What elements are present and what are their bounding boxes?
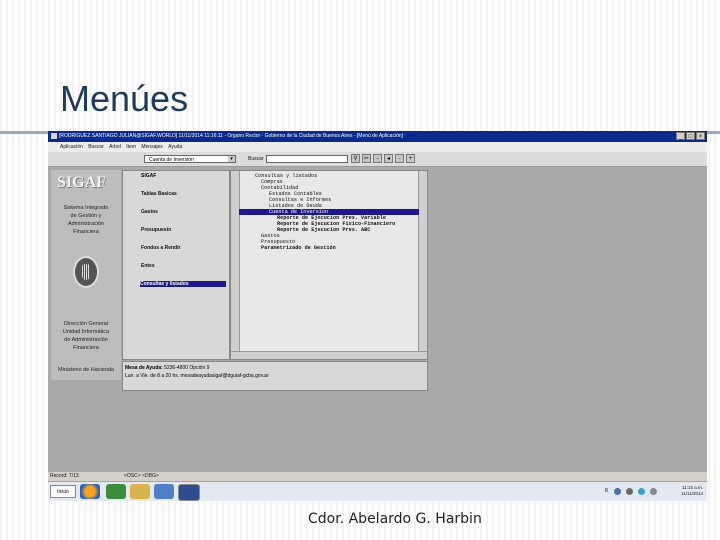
folder-icon[interactable] bbox=[130, 484, 150, 499]
firefox-icon[interactable] bbox=[80, 484, 100, 499]
status-tags: <OSC> <DBG> bbox=[124, 473, 159, 479]
collapse-icon[interactable]: - bbox=[373, 154, 382, 163]
direccion-text: Dirección General Unidad Informática de … bbox=[62, 321, 110, 351]
menu-mensajes[interactable]: Mensajes bbox=[141, 144, 162, 150]
flag-icon[interactable] bbox=[650, 488, 657, 495]
menu-item-gastos[interactable]: Gastos bbox=[141, 209, 158, 215]
clock-date: 11/11/2014 bbox=[681, 491, 703, 496]
search-icon[interactable]: ⚲ bbox=[351, 154, 360, 163]
help-desk-phone: 5236-4800 Opción 9 bbox=[164, 365, 210, 371]
menu-item-consultas-y-listados[interactable]: Consultas y listados bbox=[140, 281, 226, 287]
tools-icon[interactable]: ✂ bbox=[362, 154, 371, 163]
help-desk-info: Mesa de Ayuda: 5236-4800 Opción 9 Lun. a… bbox=[122, 361, 428, 391]
help-desk-label: Mesa de Ayuda: bbox=[125, 365, 163, 371]
menu-bar: Aplicación Buscar Arbol Item Mensajes Ay… bbox=[48, 142, 707, 152]
sigaf-app-icon[interactable] bbox=[178, 484, 200, 501]
menu-tree-panel: Consultas y listados Compras Contabilida… bbox=[230, 170, 428, 360]
application-screenshot: [RODRIGUEZ SANTIAGO JULIAN@SIGAF.WORLD] … bbox=[48, 131, 707, 501]
menu-item-presupuesto[interactable]: Presupuesto bbox=[141, 227, 171, 233]
window-titlebar: [RODRIGUEZ SANTIAGO JULIAN@SIGAF.WORLD] … bbox=[48, 131, 707, 142]
status-bar: Record: 7/13 <OSC> <DBG> bbox=[48, 472, 707, 481]
ministerio-text: Ministerio de Hacienda bbox=[58, 367, 114, 373]
tools-app-icon[interactable] bbox=[154, 484, 174, 499]
minimize-icon[interactable]: _ bbox=[676, 132, 685, 140]
menu-item-fondos-a-rendir[interactable]: Fondos a Rendir bbox=[141, 245, 180, 251]
slide-footer: Cdor. Abelardo G. Harbin bbox=[308, 511, 482, 527]
slide-title: Menúes bbox=[60, 78, 189, 119]
close-icon[interactable]: × bbox=[696, 132, 705, 140]
decorative-line-right bbox=[707, 131, 720, 134]
scrollbar-left[interactable] bbox=[231, 171, 240, 359]
menu-aplicacion[interactable]: Aplicación bbox=[60, 144, 83, 150]
update-icon[interactable] bbox=[638, 488, 645, 495]
volume-icon[interactable] bbox=[626, 488, 633, 495]
module-dropdown-value: Cuenta de Inversión bbox=[149, 157, 194, 163]
tray-number: 8 bbox=[605, 488, 608, 494]
clock[interactable]: 11:15 a.m. 11/11/2014 bbox=[681, 485, 703, 497]
module-dropdown[interactable]: Cuenta de Inversión ▾ bbox=[144, 155, 236, 163]
menu-item-entes[interactable]: Entes bbox=[141, 263, 155, 269]
menu-ayuda[interactable]: Ayuda bbox=[168, 144, 182, 150]
brand-panel: SIGAF Sistema Integrado de Gestión y Adm… bbox=[51, 170, 121, 380]
tree-node[interactable]: Reporte de Ejecucion Pres. ABC bbox=[277, 227, 370, 233]
excel-icon[interactable] bbox=[106, 484, 126, 499]
app-icon bbox=[51, 132, 57, 139]
add-icon[interactable]: + bbox=[406, 154, 415, 163]
window-title: [RODRIGUEZ SANTIAGO JULIAN@SIGAF.WORLD] … bbox=[59, 133, 404, 139]
module-menu-header: SIGAF bbox=[141, 173, 157, 179]
scrollbar-right[interactable] bbox=[418, 171, 427, 359]
help-desk-hours: Lun. a Vie. de 8 a 20 hs. mesadeayudasig… bbox=[125, 373, 269, 379]
menu-item[interactable]: Item bbox=[126, 144, 136, 150]
network-icon[interactable] bbox=[614, 488, 621, 495]
menu-arbol[interactable]: Arbol bbox=[109, 144, 121, 150]
search-label: Buscar bbox=[248, 156, 264, 162]
decorative-line-left bbox=[0, 131, 48, 134]
menu-item-tablas-basicas[interactable]: Tablas Basicas bbox=[141, 191, 177, 197]
chevron-down-icon[interactable]: ▾ bbox=[228, 156, 235, 162]
taskbar: Inicio 8 11:15 a.m. 11/11/2014 bbox=[48, 481, 707, 501]
module-menu-panel: SIGAF Tablas Basicas Gastos Presupuesto … bbox=[122, 170, 230, 360]
search-input[interactable] bbox=[266, 155, 348, 163]
system-name: Sistema Integrado de Gestión y Administr… bbox=[63, 205, 109, 235]
scrollbar-horizontal[interactable] bbox=[231, 351, 427, 359]
sigaf-logo: SIGAF bbox=[57, 174, 106, 191]
remove-icon[interactable]: - bbox=[395, 154, 404, 163]
menu-buscar[interactable]: Buscar bbox=[88, 144, 104, 150]
back-icon[interactable]: ◂ bbox=[384, 154, 393, 163]
tree-node[interactable]: Parametrizado de Gestión bbox=[261, 245, 336, 251]
record-counter: Record: 7/13 bbox=[50, 473, 79, 479]
coat-of-arms-icon bbox=[73, 256, 99, 288]
toolbar: Cuenta de Inversión ▾ Buscar ⚲ ✂ - ◂ - + bbox=[48, 152, 707, 167]
maximize-icon[interactable]: □ bbox=[686, 132, 695, 140]
start-button[interactable]: Inicio bbox=[50, 485, 76, 498]
